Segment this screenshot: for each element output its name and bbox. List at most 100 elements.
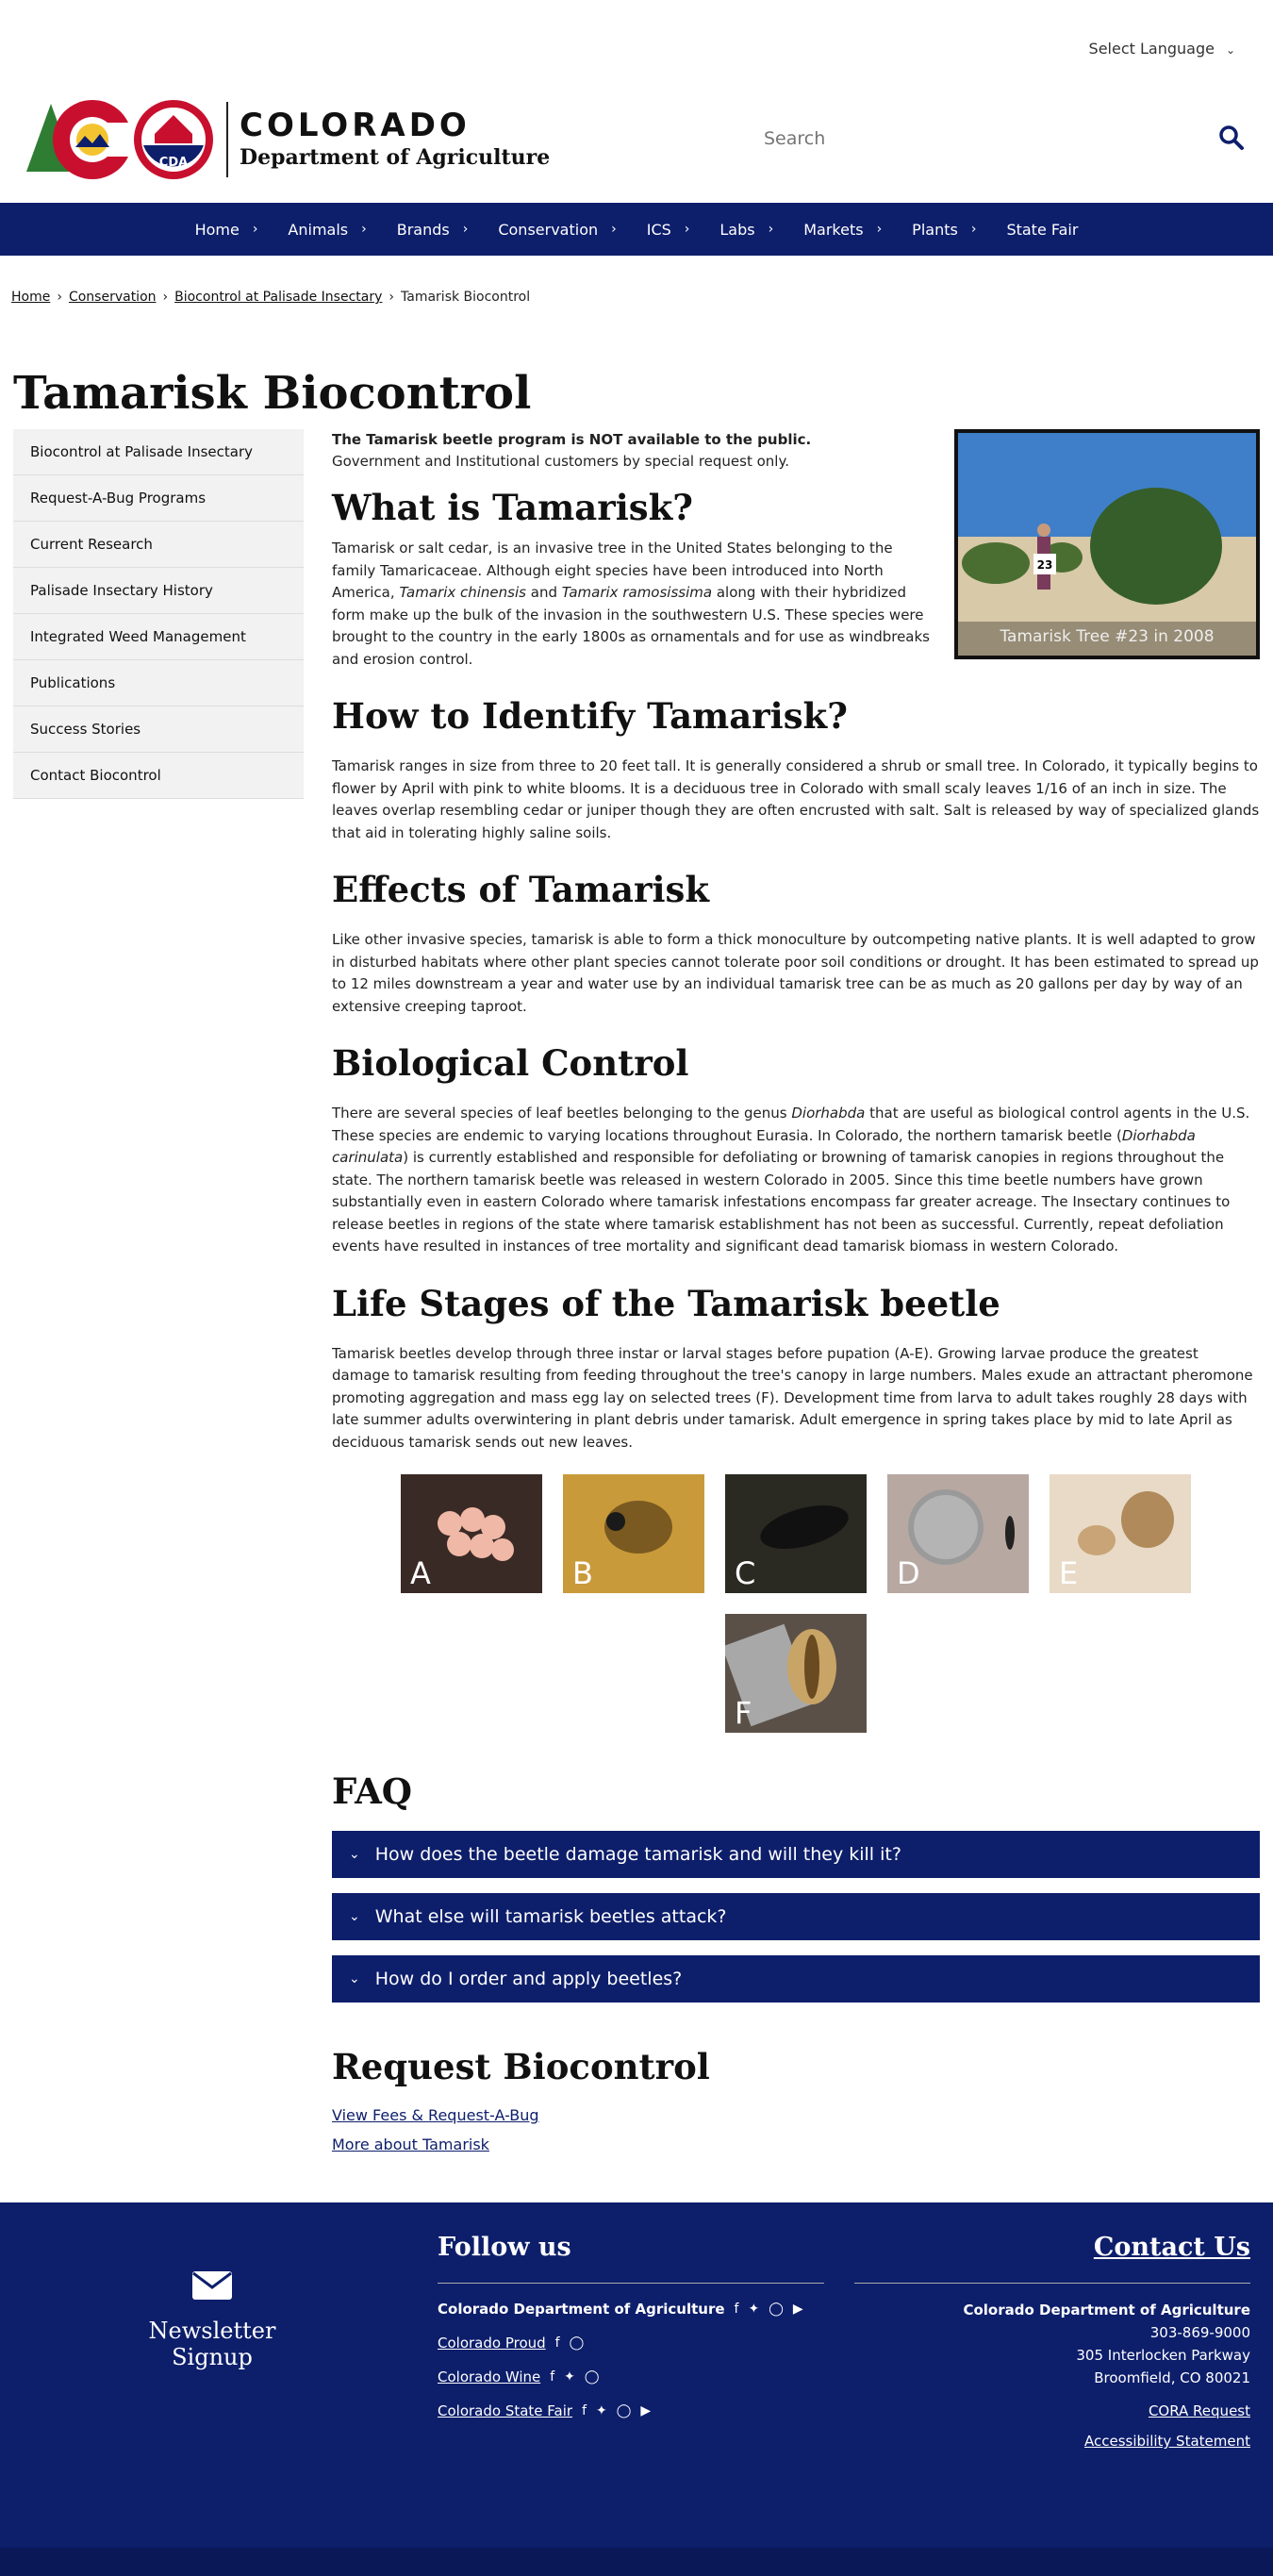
chevron-down-icon: ⌄ [1225, 43, 1235, 57]
main-content: 23 Tamarisk Tree #23 in 2008 The Tamaris… [332, 429, 1260, 2165]
cda-logo[interactable]: CDA COLORADO Department of Agriculture [26, 94, 550, 185]
search-icon[interactable] [1218, 125, 1245, 155]
intro-sub: Government and Institutional customers b… [332, 453, 789, 470]
facebook-icon[interactable]: f [550, 2369, 554, 2385]
sidebar-item-publications[interactable]: Publications [13, 660, 304, 706]
instagram-icon[interactable]: ◯ [570, 2335, 585, 2351]
breadcrumb: Home › Conservation › Biocontrol at Palisa… [0, 256, 1273, 339]
image-label: C [735, 1555, 756, 1591]
instagram-icon[interactable]: ◯ [617, 2403, 632, 2418]
nav-item-ics[interactable]: ICS › [632, 221, 705, 239]
image-label: F [735, 1695, 752, 1731]
nav-item-state-fair[interactable]: State Fair [991, 221, 1093, 239]
language-select[interactable]: Select Language ⌄ [1089, 40, 1235, 58]
breadcrumb-separator: › [162, 290, 169, 305]
heading-effects: Effects of Tamarisk [332, 869, 710, 910]
life-stage-image-f[interactable]: F [725, 1614, 867, 1733]
nav-label: Conservation [498, 220, 599, 239]
what-section: What is Tamarisk? Tamarisk or salt cedar… [332, 487, 935, 671]
breadcrumb-palisade[interactable]: Biocontrol at Palisade Insectary [174, 290, 382, 305]
cora-request-link[interactable]: CORA Request [854, 2402, 1250, 2419]
facebook-icon[interactable]: f [555, 2335, 560, 2351]
sidebar-item-success-stories[interactable]: Success Stories [13, 706, 304, 753]
life-stage-image-b[interactable]: B [563, 1474, 704, 1593]
sidebar-item-weed-management[interactable]: Integrated Weed Management [13, 614, 304, 660]
chevron-right-icon: › [462, 222, 469, 237]
colorado-c-logo-icon: CDA [26, 100, 213, 179]
youtube-icon[interactable]: ▶ [640, 2403, 651, 2418]
breadcrumb-home[interactable]: Home [11, 290, 50, 305]
life-stage-image-d[interactable]: D [887, 1474, 1029, 1593]
sidebar-item-current-research[interactable]: Current Research [13, 522, 304, 568]
life-stage-image-e[interactable]: E [1050, 1474, 1191, 1593]
faq-item-attack[interactable]: ⌄ What else will tamarisk beetles attack? [332, 1893, 1260, 1940]
chevron-right-icon: › [611, 222, 617, 237]
chevron-right-icon: › [970, 222, 977, 237]
image-label: A [410, 1555, 431, 1591]
nav-label: Plants [912, 220, 958, 239]
instagram-icon[interactable]: ◯ [769, 2302, 784, 2317]
logo-line1: COLORADO [240, 107, 471, 144]
genus-diorhabda: Diorhabda [791, 1105, 866, 1122]
faq-question: How do I order and apply beetles? [374, 1969, 683, 1989]
footer-bottom-bar [0, 2548, 1273, 2576]
chevron-down-icon: ⌄ [349, 1971, 360, 1986]
accessibility-link[interactable]: Accessibility Statement [854, 2433, 1250, 2450]
nav-label: Animals [288, 220, 349, 239]
view-fees-link[interactable]: View Fees & Request-A-Bug [332, 2106, 1260, 2124]
language-label: Select Language [1088, 40, 1215, 58]
nav-label: ICS [646, 220, 671, 239]
logo-line2: Department of Agriculture [240, 145, 551, 170]
life-stage-gallery: A B C D E F [386, 1474, 1206, 1733]
colorado-wine-link[interactable]: Colorado Wine [438, 2368, 540, 2385]
page-title: Tamarisk Biocontrol [13, 367, 532, 420]
colorado-proud-link[interactable]: Colorado Proud [438, 2335, 546, 2352]
heading-request: Request Biocontrol [332, 2046, 710, 2087]
request-section: Request Biocontrol View Fees & Request-A… [332, 2046, 1260, 2153]
faq-item-order[interactable]: ⌄ How do I order and apply beetles? [332, 1955, 1260, 2003]
sidebar-item-history[interactable]: Palisade Insectary History [13, 568, 304, 614]
nav-item-markets[interactable]: Markets › [788, 221, 897, 239]
instagram-icon[interactable]: ◯ [585, 2369, 600, 2385]
state-fair-link[interactable]: Colorado State Fair [438, 2402, 572, 2419]
bio-text: There are several species of leaf beetle… [332, 1103, 1260, 1258]
image-label: E [1059, 1555, 1079, 1591]
chevron-right-icon: › [876, 222, 883, 237]
twitter-icon[interactable]: ✦ [748, 2302, 759, 2317]
nav-item-conservation[interactable]: Conservation › [483, 221, 631, 239]
sidebar-item-contact[interactable]: Contact Biocontrol [13, 753, 304, 799]
contact-city: Broomfield, CO 80021 [1094, 2369, 1250, 2386]
newsletter-signup[interactable]: Newsletter Signup [113, 2270, 311, 2370]
main-layout: Biocontrol at Palisade Insectary Request… [0, 429, 1273, 2165]
breadcrumb-conservation[interactable]: Conservation [69, 290, 157, 305]
bio-text-1: There are several species of leaf beetle… [332, 1105, 787, 1122]
chevron-right-icon: › [361, 222, 367, 237]
youtube-icon[interactable]: ▶ [793, 2302, 803, 2317]
facebook-icon[interactable]: f [582, 2403, 587, 2418]
sidebar-item-palisade[interactable]: Biocontrol at Palisade Insectary [13, 429, 304, 475]
search-input[interactable] [764, 115, 1160, 162]
sidebar-item-request-a-bug[interactable]: Request-A-Bug Programs [13, 475, 304, 522]
heading-bio-control: Biological Control [332, 1042, 689, 1084]
faq-question: How does the beetle damage tamarisk and … [374, 1844, 901, 1865]
twitter-icon[interactable]: ✦ [596, 2403, 607, 2418]
life-stage-image-a[interactable]: A [401, 1474, 542, 1593]
nav-item-home[interactable]: Home › [180, 221, 273, 239]
facebook-icon[interactable]: f [735, 2302, 739, 2317]
nav-item-brands[interactable]: Brands › [382, 221, 484, 239]
life-stage-image-c[interactable]: C [725, 1474, 867, 1593]
tamarisk-photo[interactable]: 23 Tamarisk Tree #23 in 2008 [954, 429, 1260, 659]
intro-section: 23 Tamarisk Tree #23 in 2008 The Tamaris… [332, 429, 1260, 671]
contact-heading[interactable]: Contact Us [854, 2233, 1250, 2284]
faq-item-damage[interactable]: ⌄ How does the beetle damage tamarisk and… [332, 1831, 1260, 1878]
twitter-icon[interactable]: ✦ [564, 2369, 575, 2385]
nav-item-labs[interactable]: Labs › [704, 221, 788, 239]
nav-item-plants[interactable]: Plants › [897, 221, 991, 239]
chevron-right-icon: › [768, 222, 774, 237]
more-tamarisk-link[interactable]: More about Tamarisk [332, 2136, 1260, 2153]
nav-item-animals[interactable]: Animals › [273, 221, 381, 239]
what-and: and [530, 584, 557, 601]
heading-what: What is Tamarisk? [332, 487, 693, 528]
follow-heading: Follow us [438, 2233, 824, 2284]
photo-caption: Tamarisk Tree #23 in 2008 [1000, 627, 1215, 646]
